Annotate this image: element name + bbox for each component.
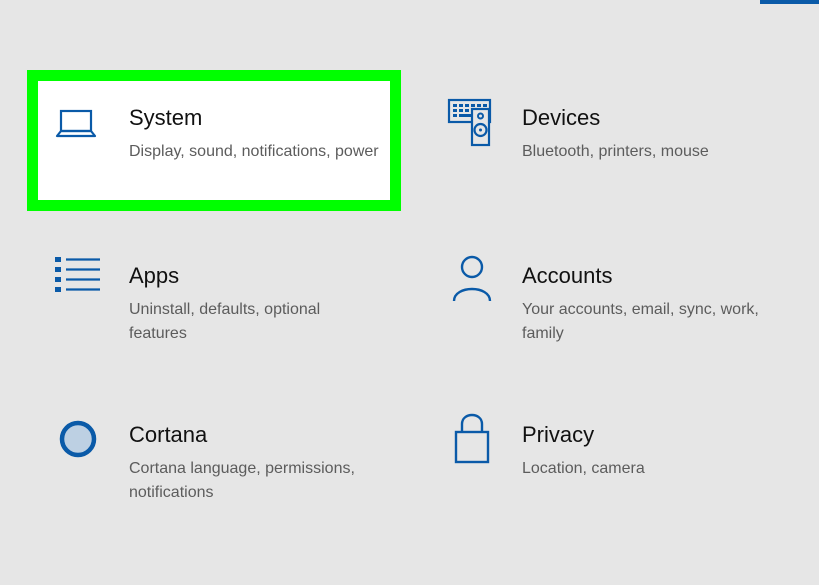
settings-page: System Display, sound, notifications, po… [0,0,819,585]
tile-title: Privacy [522,422,595,447]
tile-description: Location, camera [522,460,645,477]
top-accent-bar [760,0,819,4]
tile-description: Uninstall, defaults, optional features [129,301,321,342]
tile-description: Your accounts, email, sync, work, family [522,301,759,342]
settings-tile-apps[interactable]: Apps Uninstall, defaults, optional featu… [53,257,393,373]
settings-tile-system[interactable]: System Display, sound, notifications, po… [53,105,393,215]
laptop-icon [53,105,103,155]
cortana-circle-icon [53,420,103,472]
person-icon [446,255,496,313]
settings-tile-accounts[interactable]: Accounts Your accounts, email, sync, wor… [446,255,786,373]
tile-description: Bluetooth, printers, mouse [522,143,709,160]
settings-tile-privacy[interactable]: Privacy Location, camera [446,413,786,532]
settings-tile-devices[interactable]: Devices Bluetooth, printers, mouse [446,98,786,215]
tile-title: Cortana [129,422,208,447]
tile-description: Cortana language, permissions, notificat… [129,460,355,501]
settings-tile-cortana[interactable]: Cortana Cortana language, permissions, n… [53,420,393,532]
apps-list-icon [53,257,103,313]
tile-title: Accounts [522,263,613,288]
tile-title: Devices [522,105,601,130]
tile-title: System [129,105,203,130]
tile-title: Apps [129,263,180,288]
tile-description: Display, sound, notifications, power [129,143,379,160]
lock-icon [446,413,496,472]
devices-icon [446,98,496,155]
